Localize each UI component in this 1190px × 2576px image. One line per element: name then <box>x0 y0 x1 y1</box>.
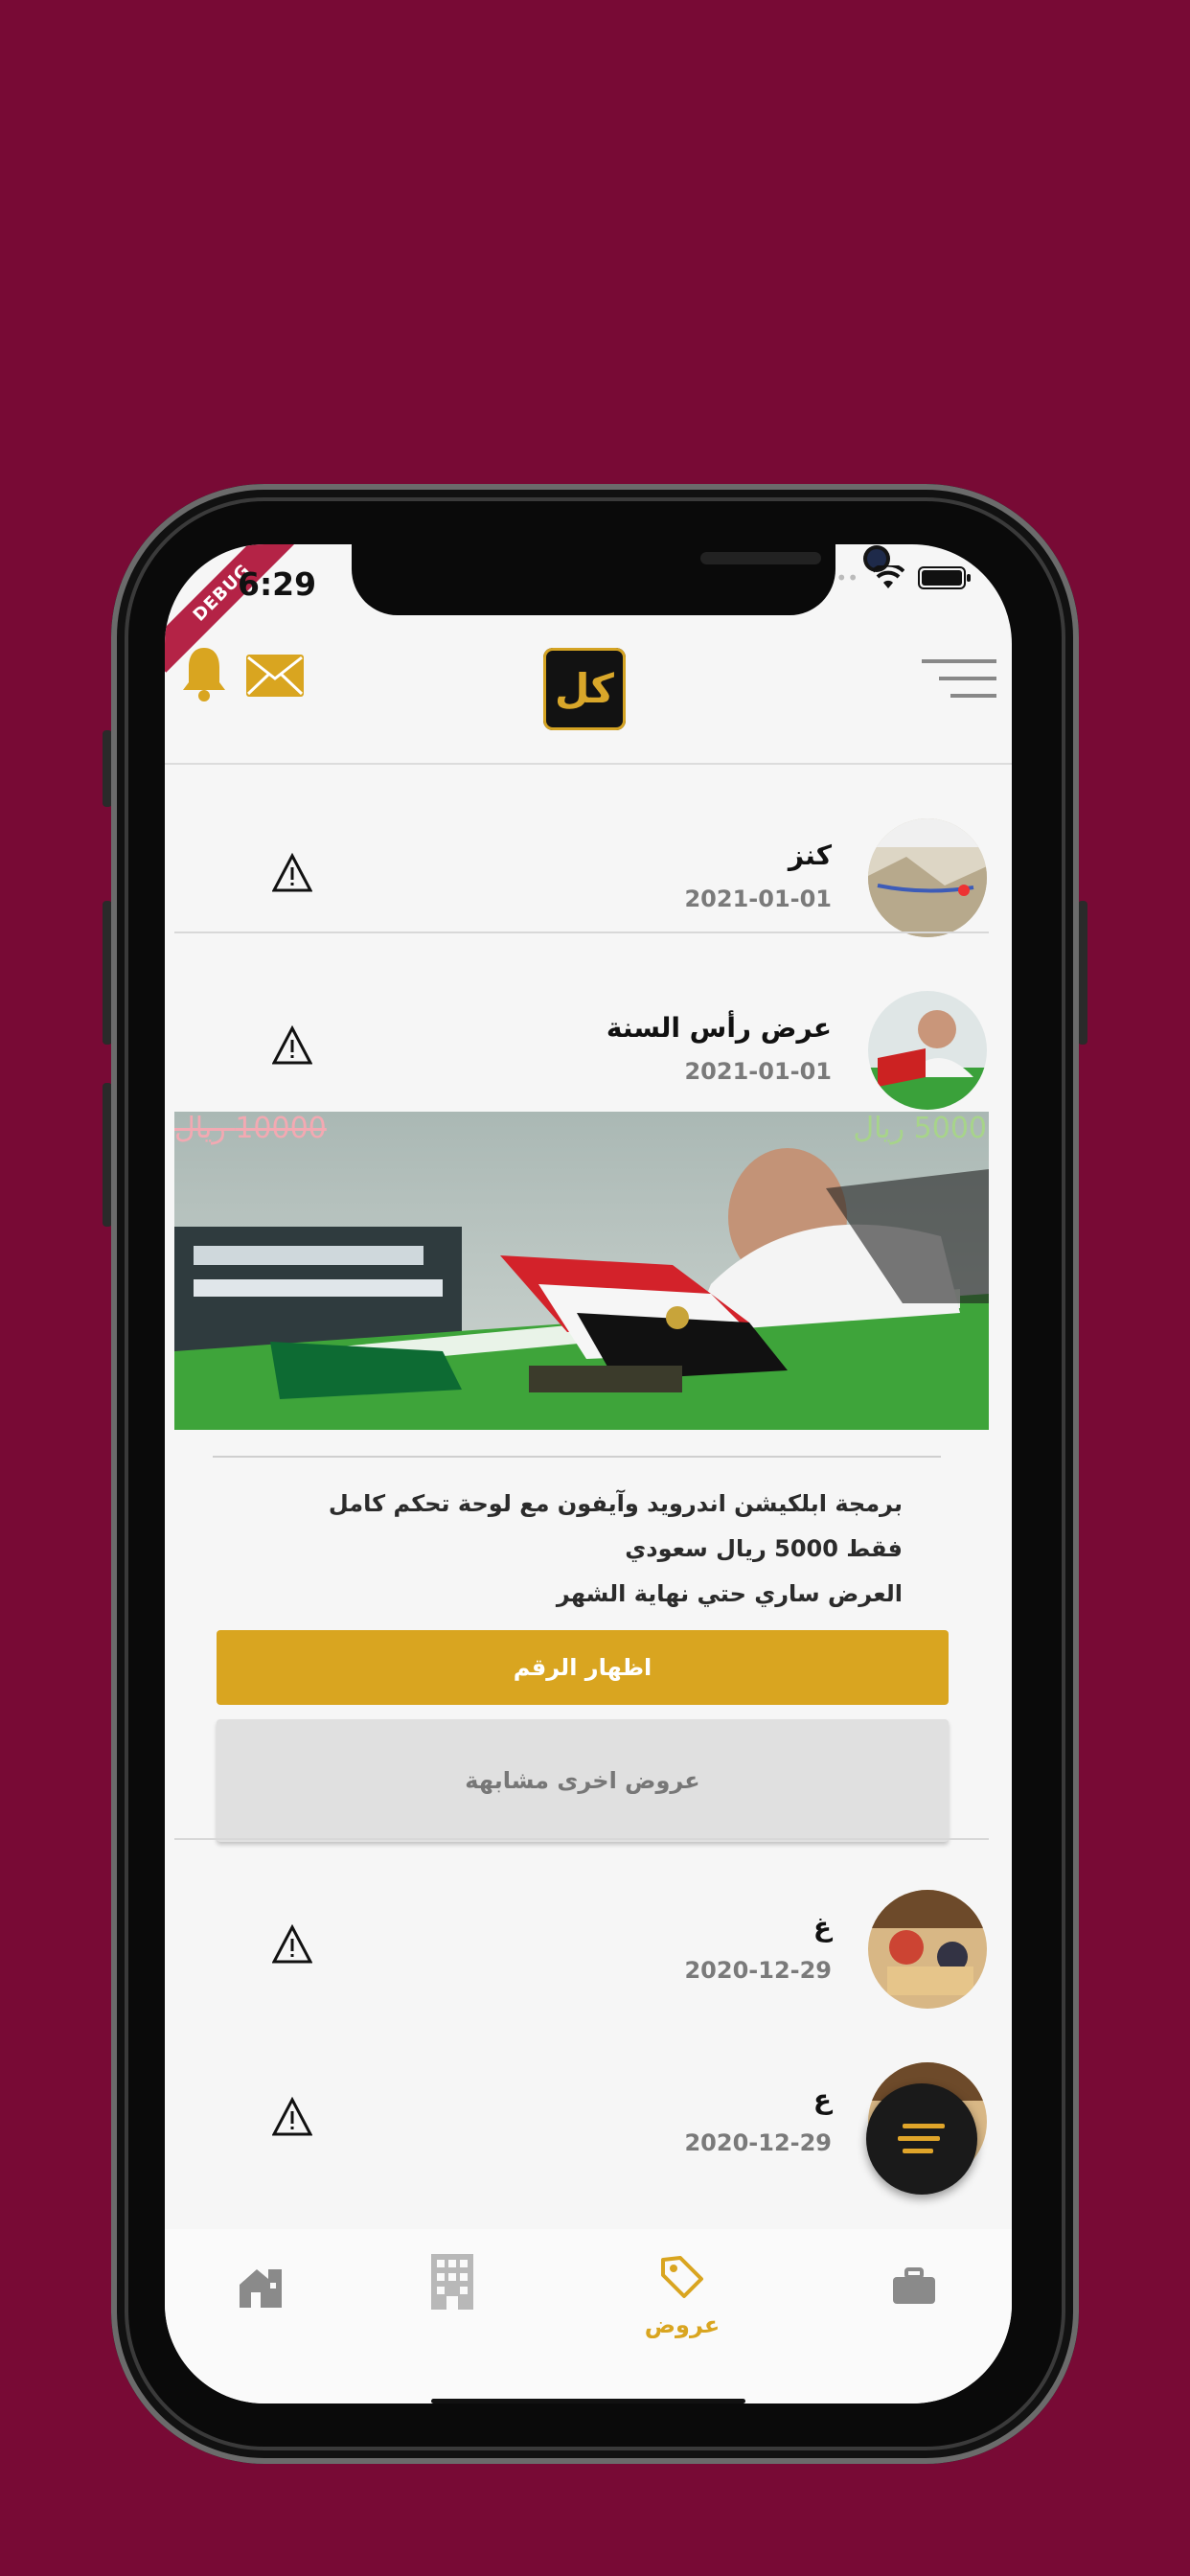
offer-avatar <box>868 991 987 1110</box>
offer-name: عرض رأس السنة <box>606 1012 832 1044</box>
app-screen: DEBUG 6:29 •• كل كنز 2021-01-01 عرض رأس … <box>165 544 1012 2404</box>
offer-new-price: 5000 ريال <box>853 1112 987 1145</box>
menu-icon[interactable] <box>922 657 996 702</box>
app-header: كل <box>165 629 1012 765</box>
description-line: العرض ساري حتي نهاية الشهر <box>556 1580 903 1607</box>
offer-avatar <box>868 818 987 937</box>
nav-home[interactable] <box>213 2229 309 2344</box>
home-indicator <box>431 2399 745 2404</box>
report-warning-icon[interactable] <box>272 1025 312 1066</box>
offer-avatar <box>868 1890 987 2009</box>
phone-power-button <box>1078 901 1087 1045</box>
offer-description: برمجة ابلكيشن اندرويد وآيفون مع لوحة تحك… <box>203 1482 903 1617</box>
status-time: 6:29 <box>238 565 317 603</box>
offer-name: غ <box>812 1911 832 1943</box>
offer-date: 2020-12-29 <box>684 2129 832 2156</box>
offer-date: 2020-12-29 <box>684 1957 832 1984</box>
home-icon <box>240 2269 282 2308</box>
offer-image[interactable]: 5000 ريال 10000 ريال <box>174 1112 989 1430</box>
offers-list: كنز 2021-01-01 عرض رأس السنة 2021-01-01 … <box>165 765 1012 2229</box>
report-warning-icon[interactable] <box>272 853 312 893</box>
similar-offers-button[interactable]: عروض اخرى مشابهة <box>217 1719 949 1842</box>
notch <box>352 544 886 615</box>
report-warning-icon[interactable] <box>272 2097 312 2137</box>
building-icon <box>431 2254 473 2310</box>
divider <box>174 932 989 933</box>
status-icons: •• <box>835 565 972 590</box>
description-line: برمجة ابلكيشن اندرويد وآيفون مع لوحة تحك… <box>328 1490 903 1517</box>
report-warning-icon[interactable] <box>272 1924 312 1965</box>
offer-date: 2021-01-01 <box>684 886 832 912</box>
signal-icon: •• <box>835 566 858 589</box>
logo-text: كل <box>555 665 614 712</box>
divider <box>174 1838 989 1840</box>
wifi-icon <box>872 565 904 588</box>
nav-jobs[interactable] <box>866 2229 962 2344</box>
briefcase-icon <box>893 2267 935 2304</box>
offer-old-price: 10000 ريال <box>174 1112 327 1145</box>
description-line: فقط 5000 ريال سعودي <box>625 1535 903 1562</box>
bottom-navigation: عروض <box>165 2229 1012 2404</box>
mail-icon[interactable] <box>245 654 305 698</box>
filter-fab[interactable] <box>866 2083 977 2195</box>
bell-icon[interactable] <box>180 644 228 703</box>
offer-date: 2021-01-01 <box>684 1058 832 1085</box>
divider <box>213 1456 941 1458</box>
battery-icon <box>918 566 971 589</box>
nav-offers[interactable]: عروض <box>634 2229 730 2344</box>
speaker <box>700 552 821 564</box>
tag-icon <box>661 2256 703 2298</box>
offer-name: كنز <box>788 840 832 871</box>
app-logo: كل <box>543 648 626 730</box>
filter-lines-icon <box>898 2124 945 2153</box>
nav-buildings[interactable] <box>404 2229 500 2344</box>
offer-name: ع <box>812 2083 832 2115</box>
show-number-button[interactable]: اظهار الرقم <box>217 1630 949 1705</box>
nav-offers-label: عروض <box>644 2312 721 2338</box>
